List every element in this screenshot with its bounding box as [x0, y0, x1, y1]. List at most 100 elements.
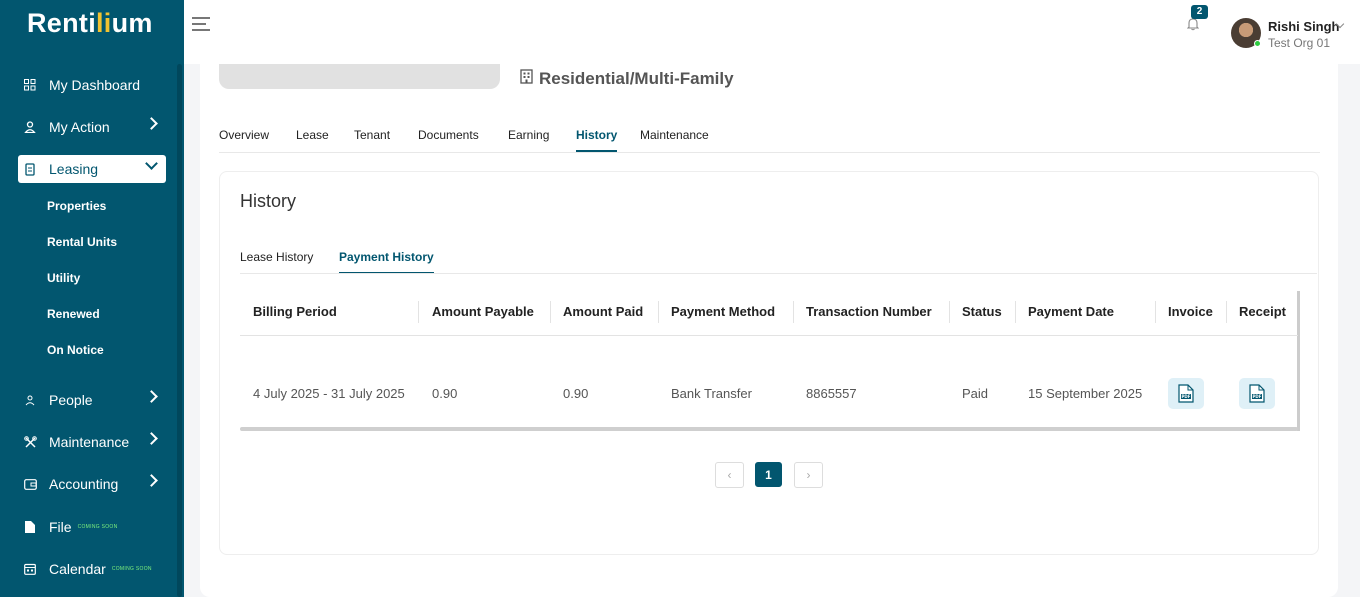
- chevron-right-icon: [145, 390, 158, 403]
- sidebar-item-my-action[interactable]: My Action: [18, 113, 166, 141]
- property-type-label: Residential/Multi-Family: [539, 69, 734, 88]
- sidebar-item-calendar[interactable]: Calendar COMING SOON: [18, 555, 166, 583]
- sidebar-subitem-renewed[interactable]: Renewed: [47, 307, 100, 321]
- sidebar-item-leasing[interactable]: Leasing: [18, 155, 166, 183]
- bell-icon[interactable]: [1186, 17, 1200, 31]
- chevron-right-icon: [145, 432, 158, 445]
- column-header: Amount Paid: [563, 304, 644, 319]
- sidebar-subitem-rental-units[interactable]: Rental Units: [47, 235, 117, 249]
- column-divider: [1155, 301, 1156, 323]
- sidebar-item-my-dashboard[interactable]: My Dashboard: [18, 71, 166, 99]
- sidebar-subitem-utility[interactable]: Utility: [47, 271, 80, 285]
- cell-status: Paid: [962, 386, 989, 401]
- column-header: Receipt: [1239, 304, 1286, 319]
- sidebar-item-people[interactable]: People: [18, 386, 166, 414]
- history-panel: History Lease History Payment History Bi…: [219, 171, 1319, 555]
- people-icon: [23, 393, 37, 407]
- invoice-download-button[interactable]: PDF: [1168, 378, 1204, 409]
- sidebar-item-label: File: [49, 519, 72, 535]
- panel-title: History: [240, 191, 297, 211]
- sidebar: Rentilium My Dashboard My Action Leasing…: [0, 0, 184, 597]
- column-divider: [418, 301, 419, 323]
- calendar-icon: [23, 562, 37, 576]
- column-header: Billing Period: [253, 304, 337, 319]
- sidebar-item-label: Calendar: [49, 561, 106, 577]
- top-bar: 2 Rishi Singh Test Org 01: [184, 0, 1360, 64]
- column-header: Invoice: [1168, 304, 1213, 319]
- avatar[interactable]: [1231, 18, 1261, 48]
- app-logo[interactable]: Rentilium: [27, 8, 153, 39]
- sidebar-item-maintenance[interactable]: Maintenance: [18, 428, 166, 456]
- sidebar-item-label: Accounting: [49, 476, 119, 492]
- column-divider: [658, 301, 659, 323]
- cell-amount-payable: 0.90: [432, 386, 458, 401]
- coming-soon-badge: COMING SOON: [111, 566, 152, 572]
- column-header: Status: [962, 304, 1002, 319]
- property-image-placeholder: [219, 64, 500, 89]
- pdf-icon: PDF: [1178, 384, 1194, 403]
- sidebar-item-label: People: [49, 392, 93, 408]
- sidebar-item-label: My Dashboard: [49, 77, 141, 93]
- sidebar-item-label: Leasing: [49, 161, 99, 177]
- sidebar-scrollbar[interactable]: [177, 64, 182, 597]
- cell-billing-period: 4 July 2025 - 31 July 2025: [253, 386, 405, 401]
- table-horizontal-scrollbar[interactable]: [240, 427, 1298, 431]
- subtab-lease-history[interactable]: Lease History: [240, 250, 313, 264]
- column-header: Payment Date: [1028, 304, 1114, 319]
- pagination: ‹ 1 ›: [220, 462, 1320, 488]
- receipt-download-button[interactable]: PDF: [1239, 378, 1275, 409]
- pagination-prev-button[interactable]: ‹: [715, 462, 744, 488]
- main-content: Residential/Multi-Family Overview Lease …: [200, 64, 1338, 597]
- notification-count-badge: 2: [1191, 5, 1208, 19]
- property-type: Residential/Multi-Family: [520, 69, 734, 89]
- user-name[interactable]: Rishi Singh: [1268, 19, 1340, 34]
- pagination-page-1[interactable]: 1: [755, 462, 782, 487]
- cell-transaction-number: 8865557: [806, 386, 857, 401]
- sidebar-subitem-properties[interactable]: Properties: [47, 199, 106, 213]
- column-divider: [550, 301, 551, 323]
- subtab-payment-history[interactable]: Payment History: [339, 250, 434, 273]
- file-icon: [23, 520, 37, 534]
- sidebar-item-accounting[interactable]: Accounting: [18, 470, 166, 498]
- online-status-dot: [1254, 40, 1261, 47]
- sidebar-item-label: My Action: [49, 119, 110, 135]
- column-divider: [793, 301, 794, 323]
- tab-tenant[interactable]: Tenant: [354, 128, 390, 142]
- property-tabs: Overview Lease Tenant Documents Earning …: [219, 122, 1320, 153]
- svg-text:PDF: PDF: [1182, 394, 1191, 399]
- dashboard-grid-icon: [23, 78, 37, 92]
- sidebar-item-file[interactable]: File COMING SOON: [18, 513, 166, 541]
- tools-icon: [23, 435, 37, 449]
- user-org: Test Org 01: [1268, 36, 1331, 50]
- cell-payment-method: Bank Transfer: [671, 386, 752, 401]
- cell-amount-paid: 0.90: [563, 386, 589, 401]
- sidebar-item-label: Maintenance: [49, 434, 130, 450]
- history-subtabs: Lease History Payment History: [240, 244, 1317, 274]
- pagination-next-button[interactable]: ›: [794, 462, 823, 488]
- table-header-divider: [240, 335, 1298, 336]
- column-header: Amount Payable: [432, 304, 534, 319]
- tab-history[interactable]: History: [576, 128, 618, 152]
- chevron-down-icon: [145, 157, 158, 170]
- tab-maintenance[interactable]: Maintenance: [640, 128, 709, 142]
- sidebar-subitem-on-notice[interactable]: On Notice: [47, 343, 104, 357]
- cell-payment-date: 15 September 2025: [1028, 386, 1143, 401]
- wallet-icon: [23, 477, 37, 491]
- column-divider: [1226, 301, 1227, 323]
- tab-documents[interactable]: Documents: [418, 128, 479, 142]
- tab-overview[interactable]: Overview: [219, 128, 269, 142]
- chevron-right-icon: [145, 117, 158, 130]
- column-header: Payment Method: [671, 304, 776, 319]
- column-divider: [949, 301, 950, 323]
- column-divider: [1015, 301, 1016, 323]
- tab-lease[interactable]: Lease: [296, 128, 329, 142]
- coming-soon-badge: COMING SOON: [77, 524, 118, 530]
- pdf-icon: PDF: [1249, 384, 1265, 403]
- menu-toggle-icon[interactable]: [192, 17, 210, 35]
- tab-earning[interactable]: Earning: [508, 128, 549, 142]
- building-icon: [520, 69, 533, 89]
- document-lock-icon: [23, 162, 37, 176]
- chevron-right-icon: [145, 474, 158, 487]
- payment-history-table: Billing Period Amount Payable Amount Pai…: [240, 291, 1300, 431]
- column-header: Transaction Number: [806, 304, 932, 319]
